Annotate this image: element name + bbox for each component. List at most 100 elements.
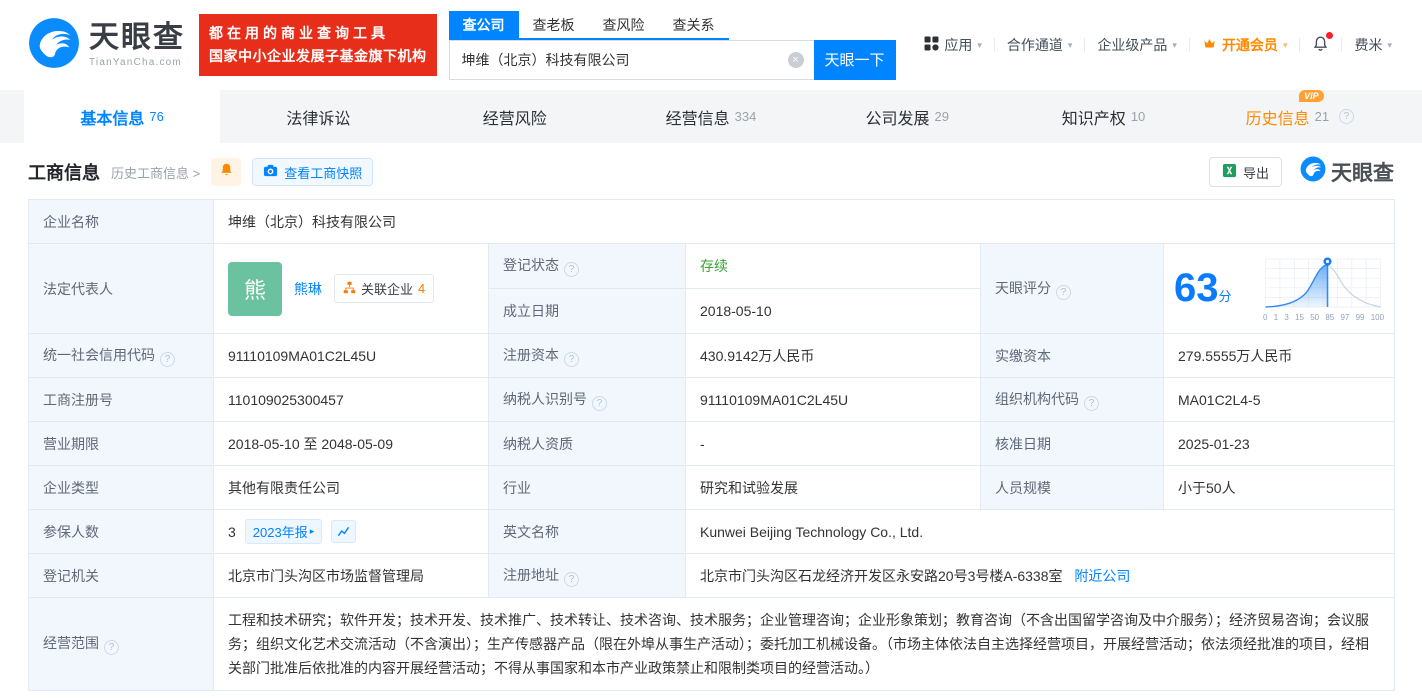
taxpayer-id-label: 纳税人识别号? [489,378,686,422]
business-scope-value: 工程和技术研究；软件开发；技术开发、技术推广、技术转让、技术咨询、技术服务；企业… [214,598,1395,691]
business-term-label: 营业期限 [29,422,214,466]
brand-domain: TianYanCha.com [89,57,185,68]
tab-operating-risk[interactable]: 经营风险 [417,90,613,143]
search-area: 查公司 查老板 查风险 查关系 × 天眼一下 [449,11,896,80]
related-companies-badge[interactable]: 关联企业 4 [334,274,434,303]
nav-open-vip[interactable]: 开通会员 ▾ [1190,35,1300,55]
reg-number-label: 工商注册号 [29,378,214,422]
nav-apps[interactable]: 应用 ▾ [912,35,994,55]
approval-date-value: 2025-01-23 [1164,422,1395,466]
table-row: 工商注册号 110109025300457 纳税人识别号? 91110109MA… [29,378,1395,422]
top-nav: 应用 ▾ 合作通道 ▾ 企业级产品 ▾ 开通会员 ▾ 费米 ▾ [912,35,1404,55]
company-name-value: 坤维（北京）科技有限公司 [214,200,1395,244]
help-icon[interactable]: ? [104,640,119,655]
company-name-label: 企业名称 [29,200,214,244]
tab-basic-info[interactable]: 基本信息 76 [24,90,220,143]
snapshot-button[interactable]: 查看工商快照 [252,158,373,186]
approval-date-label: 核准日期 [981,422,1164,466]
monitor-bell-button[interactable] [211,158,241,186]
apps-grid-icon [924,36,939,54]
search-input[interactable] [450,41,814,79]
search-button[interactable]: 天眼一下 [814,40,896,80]
help-icon[interactable]: ? [1339,109,1354,124]
bell-icon [219,162,234,182]
search-tab-company[interactable]: 查公司 [449,11,519,38]
export-button[interactable]: 导出 [1209,157,1282,187]
company-section-tabs: 基本信息 76 法律诉讼 经营风险 经营信息 334 公司发展 29 知识产权 … [0,90,1422,143]
search-tab-boss[interactable]: 查老板 [519,11,589,38]
paid-capital-label: 实缴资本 [981,334,1164,378]
credit-code-label: 统一社会信用代码? [29,334,214,378]
promo-line-2: 国家中小企业发展子基金旗下机构 [209,45,427,68]
table-row: 企业类型 其他有限责任公司 行业 研究和试验发展 人员规模 小于50人 [29,466,1395,510]
table-row: 统一社会信用代码? 91110109MA01C2L45U 注册资本? 430.9… [29,334,1395,378]
reg-authority-label: 登记机关 [29,554,214,598]
help-icon[interactable]: ? [564,262,579,277]
clear-search-icon[interactable]: × [788,52,804,68]
staff-size-label: 人员规模 [981,466,1164,510]
legal-rep-name-link[interactable]: 熊琳 [294,279,322,299]
legal-rep-label: 法定代表人 [29,244,214,334]
history-business-info-link[interactable]: 历史工商信息 > [111,163,200,182]
legal-rep-avatar[interactable]: 熊 [228,262,282,316]
reg-capital-value: 430.9142万人民币 [686,334,981,378]
taxpayer-quality-label: 纳税人资质 [489,422,686,466]
chevron-down-icon: ▾ [1387,40,1392,51]
score-number: 63分 [1174,266,1232,311]
tab-operating-info[interactable]: 经营信息 334 [613,90,809,143]
table-row: 参保人数 3 2023年报▸ 英文名称 Kunwei Beijing Techn… [29,510,1395,554]
org-chart-icon [343,281,356,297]
tab-company-development[interactable]: 公司发展 29 [809,90,1005,143]
annual-report-badge[interactable]: 2023年报▸ [245,519,322,544]
search-tab-risk[interactable]: 查风险 [589,11,659,38]
taxpayer-quality-value: - [686,422,981,466]
industry-value: 研究和试验发展 [686,466,981,510]
crown-icon [1202,36,1217,54]
nearby-companies-link[interactable]: 附近公司 [1074,568,1130,584]
notifications-bell-button[interactable] [1300,35,1341,55]
tyc-score-value: 63分 [1164,244,1395,334]
business-term-value: 2018-05-10 至 2048-05-09 [214,422,489,466]
establish-date-label: 成立日期 [489,289,686,334]
reg-number-value: 110109025300457 [214,378,489,422]
search-input-wrap: × [449,40,814,80]
help-icon[interactable]: ? [592,396,607,411]
nav-user[interactable]: 费米 ▾ [1342,35,1404,55]
help-icon[interactable]: ? [564,352,579,367]
score-curve-chart: 0131550859799100 [1263,255,1384,322]
help-icon[interactable]: ? [1056,285,1071,300]
establish-date-value: 2018-05-10 [686,289,981,334]
help-icon[interactable]: ? [160,352,175,367]
chevron-down-icon: ▾ [1068,40,1073,51]
section-title: 工商信息 [28,159,100,185]
promo-line-1: 都在用的商业查询工具 [209,22,427,45]
english-name-label: 英文名称 [489,510,686,554]
tab-legal-proceedings[interactable]: 法律诉讼 [220,90,416,143]
notification-dot [1326,32,1333,39]
reg-address-label: 注册地址? [489,554,686,598]
table-row: 法定代表人 熊 熊琳 关联企业 4 登记状态? 存续 天眼评分? 63分 [29,244,1395,289]
tyc-score-label: 天眼评分? [981,244,1164,334]
promo-banner: 都在用的商业查询工具 国家中小企业发展子基金旗下机构 [199,14,437,76]
credit-code-value: 91110109MA01C2L45U [214,334,489,378]
camera-icon [263,163,278,181]
site-logo[interactable]: 天眼查 TianYanCha.com [28,17,185,74]
english-name-value: Kunwei Beijing Technology Co., Ltd. [686,510,1395,554]
tab-history-info[interactable]: 历史信息 VIP 21 ? [1202,90,1398,143]
org-code-value: MA01C2L4-5 [1164,378,1395,422]
tianyancha-logo-icon [28,17,80,74]
section-bar: 工商信息 历史工商信息 > 查看工商快照 导出 天眼查 [0,143,1422,199]
nav-partner[interactable]: 合作通道 ▾ [995,35,1085,55]
search-tab-relation[interactable]: 查关系 [659,11,729,38]
chevron-down-icon: ▾ [977,40,982,51]
tab-intellectual-property[interactable]: 知识产权 10 [1005,90,1201,143]
staff-size-value: 小于50人 [1164,466,1395,510]
arrow-right-icon: ▸ [310,526,315,537]
help-icon[interactable]: ? [564,572,579,587]
tianyancha-watermark: 天眼查 [1300,156,1394,188]
legal-rep-value: 熊 熊琳 关联企业 4 [214,244,489,334]
insured-count-value: 3 2023年报▸ [214,510,489,554]
nav-enterprise[interactable]: 企业级产品 ▾ [1085,35,1189,55]
trend-chart-button[interactable] [331,520,356,543]
help-icon[interactable]: ? [1084,396,1099,411]
